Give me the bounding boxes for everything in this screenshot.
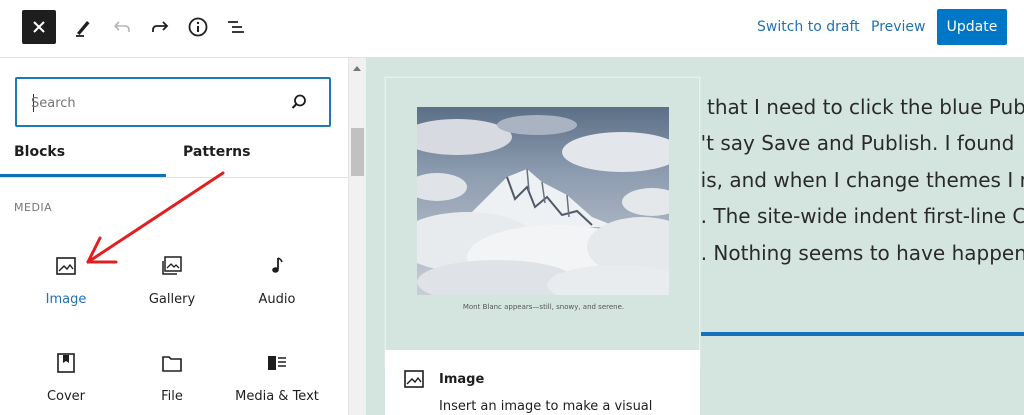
block-item-gallery[interactable]: Gallery (120, 240, 224, 320)
block-label-gallery: Gallery (148, 292, 196, 307)
list-view-icon (228, 21, 244, 33)
tab-patterns[interactable]: Patterns (183, 144, 250, 160)
audio-icon (272, 257, 283, 273)
file-icon (162, 356, 182, 372)
block-label-media-text: Media & Text (235, 389, 319, 404)
block-item-audio[interactable]: Audio (225, 240, 329, 320)
separator-line (700, 332, 1024, 336)
image-icon (404, 370, 424, 388)
sidebar-scrollbar[interactable] (348, 58, 366, 415)
redo-icon (152, 21, 169, 32)
media-text-icon (268, 356, 286, 370)
scrollbar-thumb[interactable] (351, 128, 364, 176)
category-heading: MEDIA (14, 201, 53, 214)
cover-icon (57, 353, 75, 373)
undo-button[interactable] (108, 13, 136, 41)
undo-icon (113, 21, 130, 32)
image-icon (56, 257, 76, 275)
paragraph-line[interactable]: his, and when I change themes I ma (688, 168, 1024, 192)
close-inserter-button[interactable] (22, 10, 56, 44)
pencil-icon (76, 21, 90, 37)
gallery-icon (162, 256, 182, 275)
block-label-file: File (161, 389, 183, 404)
close-icon (33, 21, 45, 33)
search-box[interactable] (15, 77, 331, 127)
list-view-button[interactable] (222, 13, 250, 41)
block-label-image: Image (45, 292, 87, 307)
preview-button[interactable]: Preview (871, 19, 926, 35)
tab-blocks[interactable]: Blocks (14, 144, 65, 160)
redo-button[interactable] (146, 13, 174, 41)
block-label-audio: Audio (258, 292, 296, 307)
mont-blanc-photo (417, 107, 669, 295)
tools-button[interactable] (69, 13, 97, 41)
scroll-up-arrow-icon[interactable] (352, 64, 362, 72)
editor-window: Switch to draft Preview Update Blocks Pa… (0, 0, 1024, 415)
block-item-cover[interactable]: Cover (14, 337, 118, 415)
block-item-image[interactable]: Image (14, 240, 118, 320)
block-preview-card: Mont Blanc appears—still, snowy, and ser… (385, 77, 700, 367)
paragraph-line[interactable]: n. The site-wide indent first-line CSS (688, 204, 1024, 228)
top-toolbar: Switch to draft Preview Update (0, 0, 1024, 58)
block-info-description: Insert an image to make a visual (439, 399, 653, 414)
search-icon[interactable] (289, 92, 309, 112)
paragraph-line[interactable]: n that I need to click the blue Publis (688, 95, 1024, 119)
switch-to-draft-button[interactable]: Switch to draft (757, 19, 860, 35)
block-inserter-panel: Blocks Patterns MEDIA Image Gallery (0, 58, 348, 415)
block-item-media-text[interactable]: Media & Text (225, 337, 329, 415)
block-item-file[interactable]: File (120, 337, 224, 415)
block-info-card: Image Insert an image to make a visual (385, 350, 700, 415)
update-button[interactable]: Update (937, 9, 1007, 45)
details-button[interactable] (184, 13, 212, 41)
block-info-title: Image (439, 372, 485, 387)
image-caption: Mont Blanc appears—still, snowy, and ser… (462, 303, 625, 311)
editor-canvas: n that I need to click the blue Publis n… (366, 58, 1024, 415)
info-icon (188, 17, 208, 37)
paragraph-line[interactable]: n't say Save and Publish. I found (688, 131, 1014, 155)
block-label-cover: Cover (46, 389, 86, 404)
tabs-divider (0, 177, 348, 178)
paragraph-line[interactable]: d. Nothing seems to have happened (688, 241, 1024, 265)
search-input[interactable] (31, 93, 271, 113)
